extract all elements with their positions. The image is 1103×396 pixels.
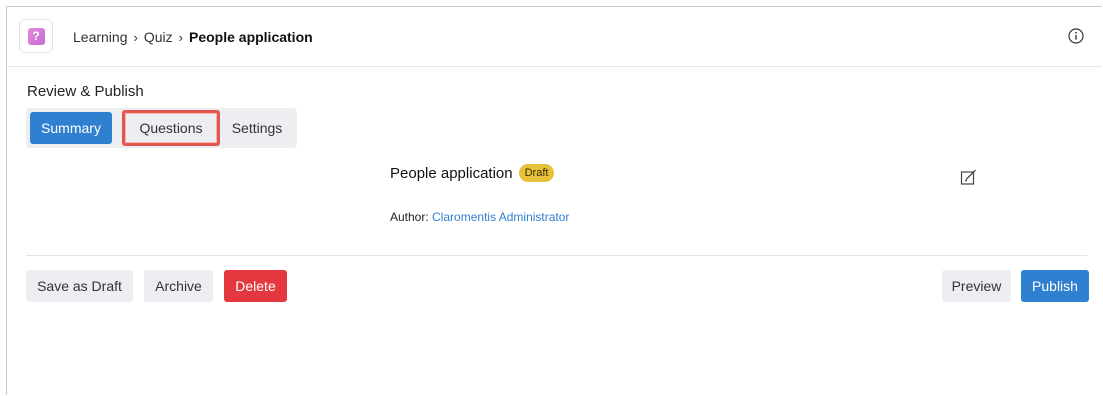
quiz-title: People application bbox=[390, 164, 513, 182]
breadcrumb: Learning › Quiz › People application bbox=[73, 29, 313, 45]
tab-bar: Summary Questions Settings bbox=[26, 108, 297, 148]
breadcrumb-item-quiz[interactable]: Quiz bbox=[144, 29, 173, 45]
quiz-review-window: ? Learning › Quiz › People application R… bbox=[6, 6, 1102, 395]
quiz-title-row: People application Draft bbox=[390, 164, 555, 182]
edit-icon[interactable] bbox=[960, 169, 977, 186]
breadcrumb-separator: › bbox=[133, 29, 138, 45]
info-icon[interactable] bbox=[1068, 28, 1084, 44]
section-title: Review & Publish bbox=[27, 83, 144, 100]
breadcrumb-separator: › bbox=[178, 29, 183, 45]
tab-questions[interactable]: Questions bbox=[122, 110, 220, 146]
page-header: ? Learning › Quiz › People application bbox=[7, 7, 1102, 67]
tab-summary[interactable]: Summary bbox=[30, 112, 112, 144]
preview-button[interactable]: Preview bbox=[942, 270, 1011, 302]
archive-button[interactable]: Archive bbox=[144, 270, 213, 302]
breadcrumb-item-learning[interactable]: Learning bbox=[73, 29, 128, 45]
tab-settings[interactable]: Settings bbox=[224, 112, 290, 144]
author-label: Author: bbox=[390, 210, 429, 224]
author-line: Author: Claromentis Administrator bbox=[390, 210, 569, 224]
divider bbox=[26, 255, 1087, 256]
breadcrumb-current: People application bbox=[188, 29, 313, 45]
delete-button[interactable]: Delete bbox=[224, 270, 287, 302]
quiz-icon: ? bbox=[27, 27, 45, 45]
publish-button[interactable]: Publish bbox=[1021, 270, 1089, 302]
author-link[interactable]: Claromentis Administrator bbox=[432, 210, 569, 224]
save-draft-button[interactable]: Save as Draft bbox=[26, 270, 133, 302]
app-icon-container: ? bbox=[19, 19, 53, 53]
status-badge: Draft bbox=[518, 164, 555, 182]
